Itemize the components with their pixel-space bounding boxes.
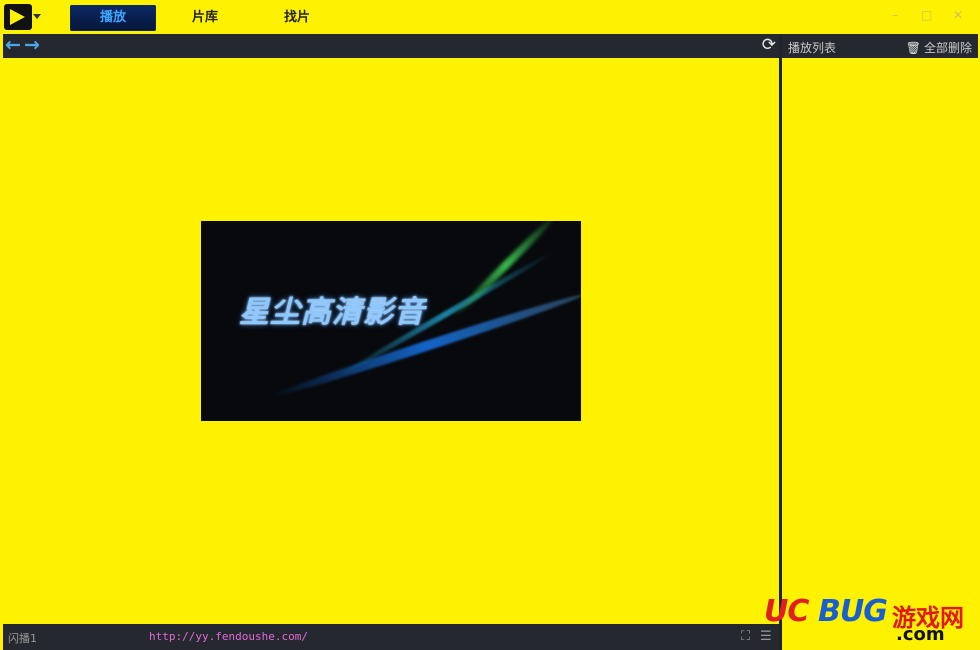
watermark-uc: UC — [764, 594, 809, 629]
clear-all-button[interactable]: 🗑 全部删除 — [906, 39, 972, 56]
clear-all-label: 全部删除 — [923, 41, 972, 55]
playlist-title: 播放列表 — [788, 41, 837, 55]
navigation-bar: ← → ⟳ — [3, 34, 779, 58]
title-bar: 播放 片库 找片 – □ ✕ — [0, 0, 980, 34]
tab-find-movie[interactable]: 找片 — [254, 5, 340, 31]
status-bar: 闪播1 http://yy.fendoushe.com/ ⛶ ☰ — [3, 624, 779, 650]
status-url-link[interactable]: http://yy.fendoushe.com/ — [149, 630, 308, 643]
watermark-com: .com — [896, 624, 945, 645]
tab-library[interactable]: 片库 — [162, 5, 248, 31]
minimize-icon[interactable]: – — [892, 8, 898, 22]
forward-arrow-icon[interactable]: → — [24, 36, 40, 55]
menu-dropdown-icon[interactable] — [33, 14, 41, 19]
app-logo-icon[interactable] — [4, 4, 32, 30]
trash-icon: 🗑 — [905, 41, 921, 55]
refresh-icon[interactable]: ⟳ — [762, 36, 776, 55]
status-text: 闪播1 — [8, 632, 37, 645]
playlist-header: 播放列表 🗑 全部删除 — [782, 34, 978, 58]
back-arrow-icon[interactable]: ← — [5, 36, 21, 55]
tab-play[interactable]: 播放 — [70, 5, 156, 31]
close-icon[interactable]: ✕ — [953, 8, 963, 22]
playlist-body[interactable] — [782, 58, 978, 650]
splash-image: 星尘高清影音 — [201, 221, 581, 421]
watermark-logo: UC BUG 游戏网 .com — [762, 594, 974, 646]
fullscreen-icon[interactable]: ⛶ — [741, 629, 750, 644]
maximize-icon[interactable]: □ — [921, 8, 932, 22]
splash-title: 星尘高清影音 — [239, 295, 425, 330]
watermark-bug: BUG — [818, 594, 888, 629]
